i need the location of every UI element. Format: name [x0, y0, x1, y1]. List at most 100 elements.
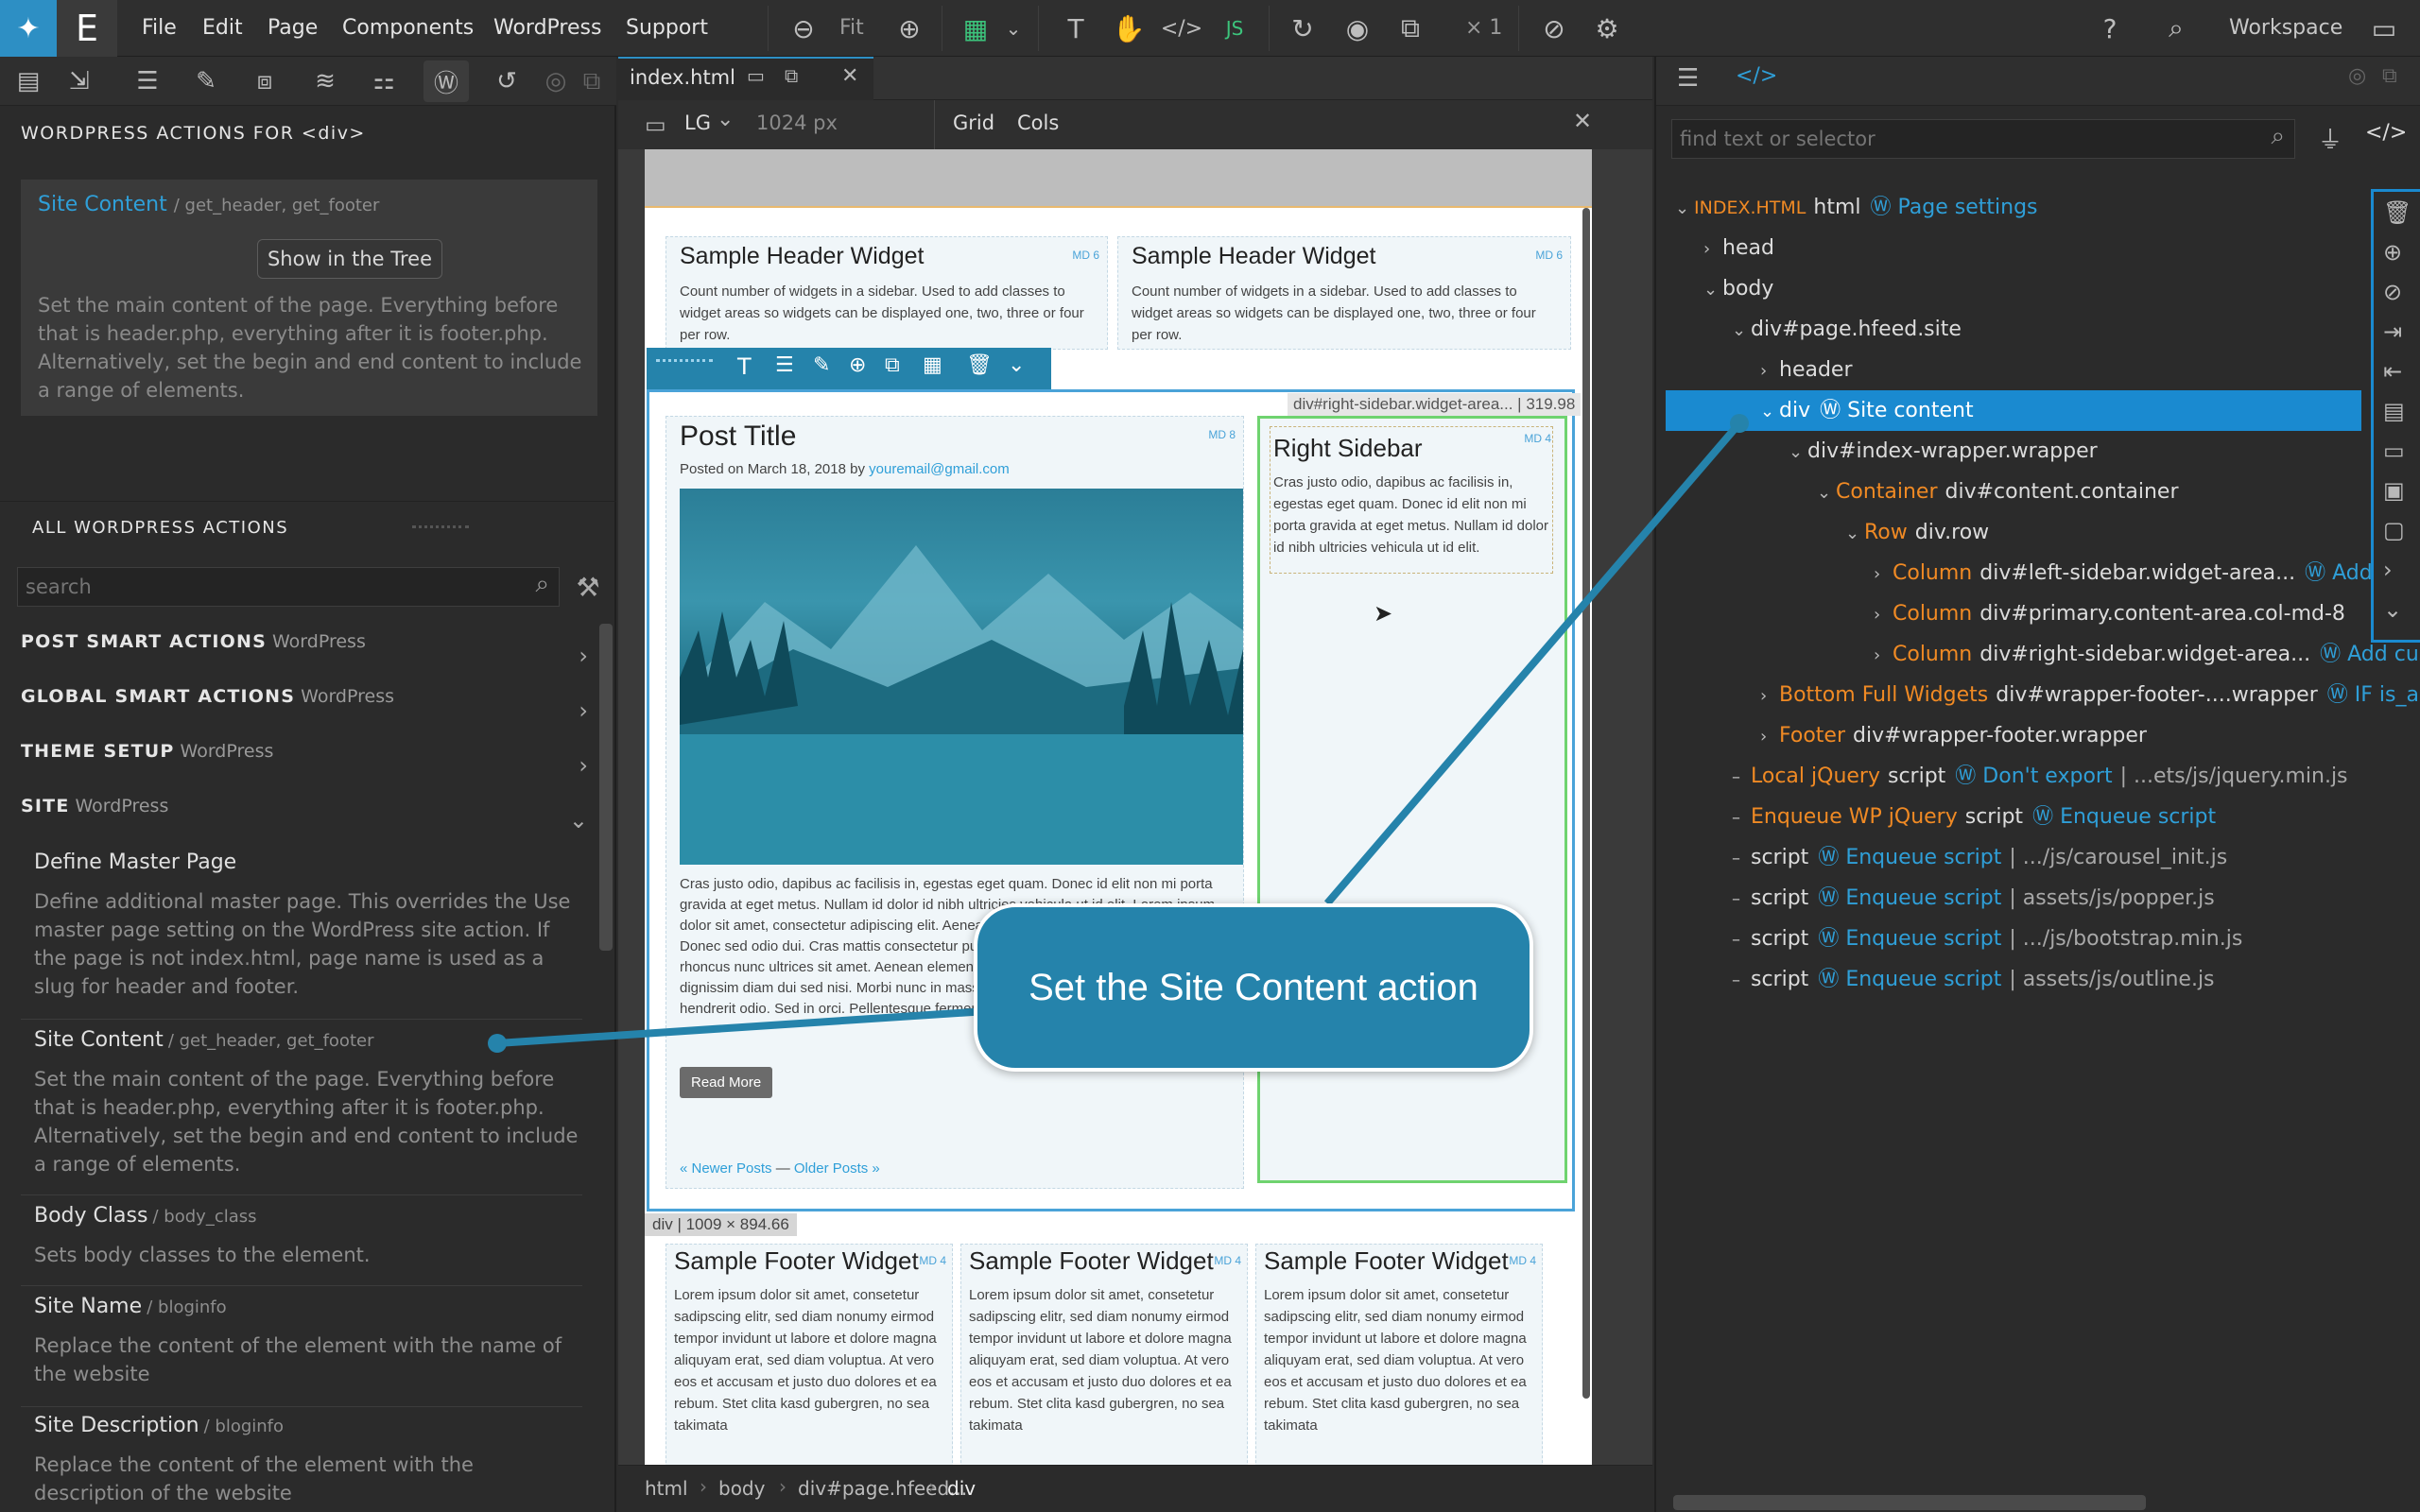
wrap-icon[interactable]: ▤ — [2383, 398, 2405, 424]
category-theme-setup[interactable]: THEME SETUP WordPress › — [21, 741, 588, 790]
wp-action-link[interactable]: Ⓦ Don't export — [1955, 765, 2112, 788]
text-icon[interactable]: T — [737, 353, 752, 380]
settings-wheel-icon[interactable]: ⚙ — [1586, 8, 1628, 49]
header-widget[interactable]: Sample Header Widget MD 6 Count number o… — [666, 236, 1108, 350]
tree-row[interactable]: › Column div#right-sidebar.widget-area... Ⓦ… — [1675, 634, 2420, 675]
zoom-out-icon[interactable]: ⊖ — [783, 8, 824, 49]
chevron-right-icon[interactable]: › — [1760, 716, 1779, 757]
help-icon[interactable]: ? — [2089, 8, 2131, 49]
breadcrumb-html[interactable]: html — [645, 1477, 688, 1500]
insert-before-icon[interactable]: ⇤ — [2383, 358, 2402, 385]
code-toggle-icon[interactable]: </> — [2365, 121, 2407, 145]
cols-toggle[interactable]: Cols — [1017, 112, 1059, 134]
tree-row[interactable]: ⌄ div#index-wrapper.wrapper — [1675, 431, 2420, 472]
chevron-right-icon[interactable]: › — [1874, 635, 1893, 676]
search-icon[interactable]: ⌕ — [2155, 8, 2197, 49]
duplicate-icon[interactable]: ⧉ — [885, 353, 900, 377]
brush-icon[interactable]: ✎ — [813, 353, 830, 377]
chevron-down-icon[interactable]: ⌄ — [1789, 432, 1807, 472]
post-column[interactable]: Post Title MD 8 Posted on March 18, 2018… — [666, 416, 1244, 1189]
tree-row[interactable]: – Local jQuery script Ⓦ Don't export | ...et… — [1675, 756, 2420, 797]
actions-icon[interactable]: ≋ — [304, 60, 346, 102]
category-post-smart-actions[interactable]: POST SMART ACTIONS WordPress › — [21, 631, 588, 680]
left-panel-scrollbar[interactable] — [599, 624, 613, 951]
unwrap-icon[interactable]: ▭ — [2383, 438, 2405, 464]
resize-handle[interactable] — [412, 525, 469, 528]
new-window-icon[interactable]: ⧉ — [785, 64, 798, 87]
chevron-right-icon[interactable]: › — [1874, 594, 1893, 635]
menu-page[interactable]: Page — [268, 0, 318, 57]
panel-toggle-icon[interactable]: ▭ — [2363, 8, 2405, 49]
tree-row[interactable]: – Enqueue WP jQuery script Ⓦ Enqueue script — [1675, 797, 2420, 837]
grid-toggle[interactable]: Grid — [953, 112, 994, 134]
wp-action-link[interactable]: Ⓦ Add custor — [2320, 643, 2420, 666]
canvas-scrollbar[interactable] — [1582, 208, 1590, 1399]
properties-icon[interactable]: ☰ — [127, 60, 168, 102]
wordpress-icon[interactable]: Ⓦ — [424, 60, 469, 102]
chevron-down-icon[interactable]: ⌄ — [717, 108, 734, 131]
wp-action-link[interactable]: Ⓦ Enqueue script — [1818, 846, 2001, 869]
actions-search-input[interactable] — [26, 572, 498, 602]
tree-row[interactable]: – script Ⓦ Enqueue script | assets/js/outli… — [1675, 959, 2420, 1000]
chevron-right-icon[interactable]: › — [1874, 554, 1893, 594]
show-in-tree-button[interactable]: Show in the Tree — [257, 239, 442, 279]
menu-support[interactable]: Support — [626, 0, 708, 57]
trash-icon[interactable]: 🗑 — [966, 353, 993, 377]
tree-row[interactable]: › Column div#left-sidebar.widget-area... Ⓦ … — [1675, 553, 2420, 593]
chevron-down-icon[interactable]: ⌄ — [1675, 188, 1694, 229]
page-view-icon[interactable]: ⧉ — [1390, 8, 1431, 49]
close-tab-icon[interactable]: ✕ — [841, 64, 858, 88]
menu-edit[interactable]: Edit — [202, 0, 243, 57]
pinegrow-logo-icon[interactable]: ✦ — [0, 0, 57, 57]
search-icon[interactable]: ⌕ — [535, 570, 549, 599]
tree-row[interactable]: ⌄ div#page.hfeed.site — [1675, 309, 2420, 350]
layers-icon[interactable]: ☰ — [1677, 64, 1699, 93]
viewport-width[interactable]: 1024 px — [756, 112, 838, 134]
tree-row[interactable]: › Column div#primary.content-area.col-md-8 — [1675, 593, 2420, 634]
tree-row[interactable]: › header — [1675, 350, 2420, 390]
footer-widget[interactable]: Sample Footer Widget MD 4 Lorem ipsum do… — [666, 1244, 953, 1501]
wp-action-link[interactable]: Ⓦ Enqueue script — [1818, 968, 2001, 991]
editor-logo-icon[interactable]: E — [57, 0, 117, 57]
insert-after-icon[interactable]: ⇥ — [2383, 318, 2402, 345]
chevron-down-icon[interactable]: ⌄ — [993, 8, 1034, 49]
header-widget[interactable]: Sample Header Widget MD 6 Count number o… — [1117, 236, 1571, 350]
zoom-in-icon[interactable]: ⊕ — [889, 8, 930, 49]
drag-handle[interactable] — [656, 359, 713, 362]
action-body-class[interactable]: Body Class / body_class Sets body classe… — [34, 1204, 582, 1269]
tree-row[interactable]: ⌄ div Ⓦ Site content — [1666, 390, 2361, 431]
hide-icon[interactable]: ⊘ — [2383, 279, 2402, 305]
footer-widget[interactable]: Sample Footer Widget MD 4 Lorem ipsum do… — [960, 1244, 1248, 1501]
fit-button[interactable]: Fit — [839, 0, 864, 57]
chevron-down-icon[interactable]: ⌄ — [2383, 596, 2402, 623]
wp-action-link[interactable]: Ⓦ Page settings — [1871, 196, 2038, 219]
workspace-menu[interactable]: Workspace — [2229, 0, 2342, 57]
chevron-right-icon[interactable]: › — [1760, 676, 1779, 716]
chevron-down-icon[interactable]: ⌄ — [1008, 353, 1025, 377]
chevron-right-icon[interactable]: › — [1760, 351, 1779, 391]
newer-posts-link[interactable]: « Newer Posts — [680, 1160, 772, 1177]
chevron-down-icon[interactable]: ⌄ — [1732, 310, 1751, 351]
wp-action-link[interactable]: Ⓦ Enqueue script — [2032, 805, 2216, 829]
components-icon[interactable]: ⚏ — [363, 60, 405, 102]
breadcrumb-page[interactable]: div#page.hfeed... — [798, 1477, 967, 1500]
preview-icon[interactable]: ◉ — [1337, 8, 1378, 49]
action-define-master-page[interactable]: Define Master Page Define additional mas… — [34, 850, 582, 1001]
tree-search-input[interactable] — [1680, 124, 2247, 154]
action-site-content[interactable]: Site Content / get_header, get_footer Se… — [34, 1028, 582, 1178]
frame-icon[interactable]: ▣ — [2383, 477, 2405, 504]
eye-icon[interactable]: ◎ — [2348, 64, 2366, 88]
menu-components[interactable]: Components — [342, 0, 474, 57]
project-icon[interactable]: ▤ — [8, 60, 49, 102]
tree-row[interactable]: – script Ⓦ Enqueue script | assets/js/poppe… — [1675, 878, 2420, 919]
footer-widget[interactable]: Sample Footer Widget MD 4 Lorem ipsum do… — [1255, 1244, 1543, 1501]
tree-row[interactable]: – script Ⓦ Enqueue script | .../js/bootstra… — [1675, 919, 2420, 959]
device-icon[interactable]: ▭ — [747, 64, 765, 87]
properties-icon[interactable]: ☰ — [775, 353, 794, 377]
wp-action-link[interactable]: Ⓦ Site content — [1820, 399, 1973, 422]
text-edit-icon[interactable]: T — [1055, 8, 1097, 49]
multiplier-label[interactable]: × 1 — [1465, 0, 1502, 57]
tree-row[interactable]: › Bottom Full Widgets div#wrapper-footer-.… — [1675, 675, 2420, 715]
breadcrumb-body[interactable]: body — [718, 1477, 765, 1500]
current-action-title[interactable]: Site Content — [38, 193, 167, 216]
